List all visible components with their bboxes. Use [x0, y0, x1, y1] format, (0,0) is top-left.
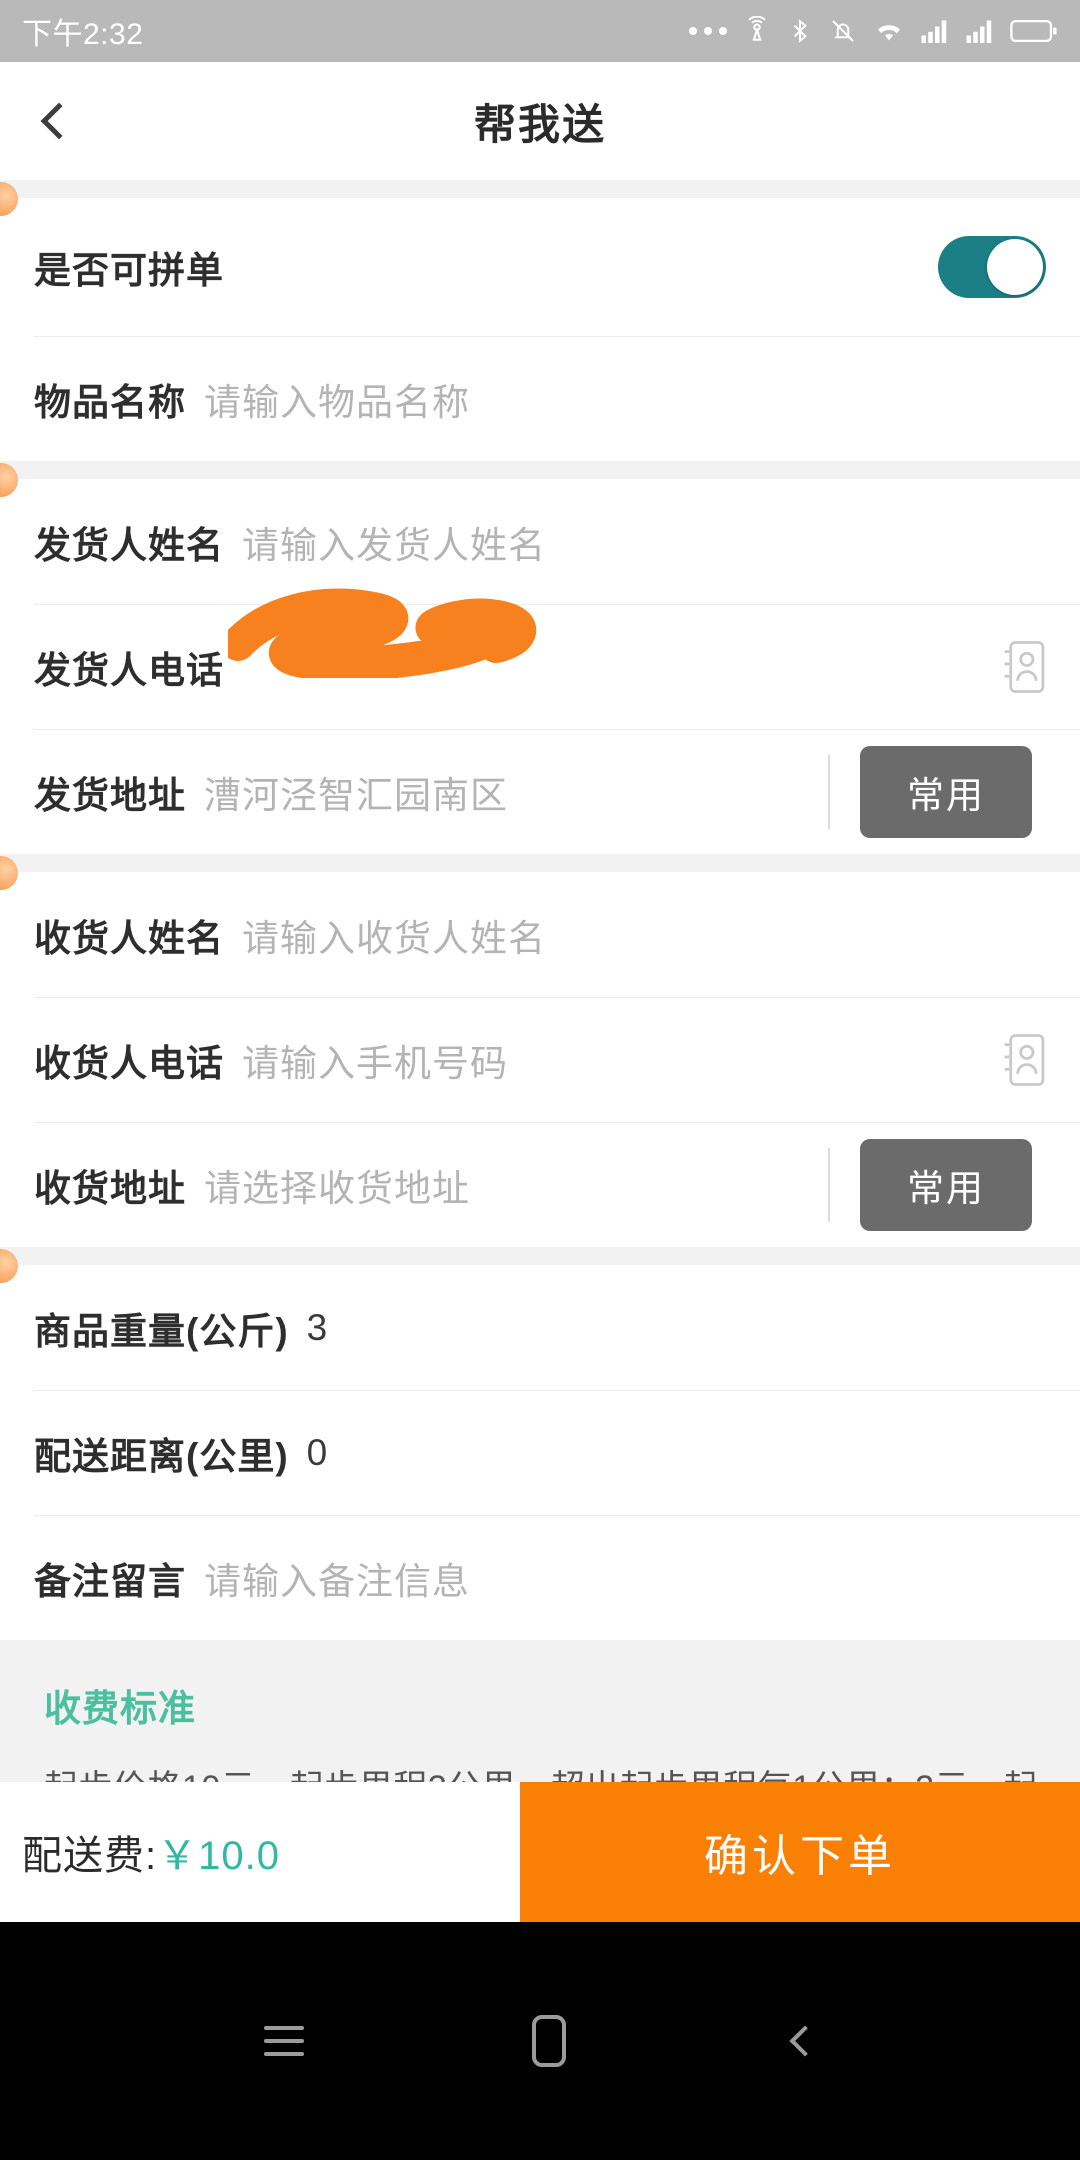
section-sender: 发货人姓名 请输入发货人姓名 发货人电话 发货地址 漕河泾智汇园南区 常用	[0, 463, 1080, 854]
row-receiver-address[interactable]: 收货地址 请选择收货地址 常用	[0, 1122, 1080, 1247]
receiver-phone-input[interactable]: 请输入手机号码	[242, 1033, 508, 1087]
weight-value[interactable]: 3	[307, 1307, 329, 1349]
distance-label: 配送距离(公里)	[34, 1435, 289, 1477]
row-sender-address[interactable]: 发货地址 漕河泾智汇园南区 常用	[0, 729, 1080, 854]
signal-1-icon	[921, 20, 947, 43]
item-name-label: 物品名称	[34, 381, 186, 423]
receiver-address-label: 收货地址	[34, 1167, 186, 1209]
row-weight[interactable]: 商品重量(公斤) 3	[0, 1265, 1080, 1390]
sender-address-label: 发货地址	[34, 774, 186, 816]
sender-address-input[interactable]: 漕河泾智汇园南区	[204, 765, 508, 819]
receiver-address-input[interactable]: 请选择收货地址	[204, 1158, 470, 1212]
menu-icon[interactable]	[264, 2017, 304, 2065]
form-content: 是否可拼单 物品名称 请输入物品名称 发货人姓名 请输入发货人姓名 发货人电话	[0, 180, 1080, 1902]
sender-phone-label: 发货人电话	[34, 649, 224, 691]
status-bar: 下午2:32	[0, 0, 1080, 62]
row-sender-name[interactable]: 发货人姓名 请输入发货人姓名	[0, 479, 1080, 604]
home-icon[interactable]	[532, 2015, 566, 2067]
android-nav-bar	[0, 1922, 1080, 2160]
section-gap	[0, 854, 1080, 872]
hotspot-icon	[748, 16, 766, 41]
section-details: 商品重量(公斤) 3 配送距离(公里) 0 备注留言 请输入备注信息	[0, 1249, 1080, 1640]
sender-common-address-button[interactable]: 常用	[860, 745, 1032, 838]
title-bar: 帮我送	[0, 62, 1080, 180]
row-item-name[interactable]: 物品名称 请输入物品名称	[0, 336, 1080, 461]
receiver-name-label: 收货人姓名	[34, 917, 224, 959]
row-receiver-phone[interactable]: 收货人电话 请输入手机号码	[0, 997, 1080, 1122]
contact-picker-icon[interactable]	[1000, 639, 1046, 695]
row-receiver-name[interactable]: 收货人姓名 请输入收货人姓名	[0, 872, 1080, 997]
battery-icon	[1010, 19, 1057, 43]
weight-label: 商品重量(公斤)	[34, 1310, 289, 1352]
item-name-input[interactable]: 请输入物品名称	[204, 372, 470, 426]
section-gap	[0, 1247, 1080, 1265]
row-distance: 配送距离(公里) 0	[0, 1390, 1080, 1515]
status-icons	[689, 16, 1058, 46]
delivery-fee-amount: ￥10.0	[157, 1834, 280, 1878]
back-icon[interactable]	[789, 2025, 821, 2057]
contact-picker-icon[interactable]	[1000, 1032, 1046, 1088]
sender-name-input[interactable]: 请输入发货人姓名	[242, 515, 546, 569]
mute-bell-icon	[832, 20, 854, 42]
signal-2-icon	[966, 20, 992, 43]
app-screen: 下午2:32 帮我送 是否可拼单 物品名称 请输入物品名称 发货人姓名 请输入发…	[0, 0, 1080, 2160]
section-gap	[0, 461, 1080, 479]
bluetooth-icon	[793, 19, 807, 43]
divider	[828, 754, 830, 829]
divider	[828, 1147, 830, 1222]
more-dots-icon	[689, 27, 727, 35]
bottom-bar: 配送费: ￥10.0 确认下单	[0, 1782, 1080, 1922]
remark-label: 备注留言	[34, 1560, 186, 1602]
section-gap	[0, 180, 1080, 198]
page-title: 帮我送	[473, 100, 606, 148]
section-receiver: 收货人姓名 请输入收货人姓名 收货人电话 请输入手机号码 收货地址 请选择收货地…	[0, 856, 1080, 1247]
distance-value: 0	[306, 1431, 329, 1473]
section-item: 是否可拼单 物品名称 请输入物品名称	[0, 182, 1080, 461]
fee-standard-title: 收费标准	[44, 1688, 196, 1729]
receiver-common-address-button[interactable]: 常用	[860, 1138, 1032, 1231]
carpool-toggle[interactable]	[938, 236, 1046, 298]
receiver-phone-label: 收货人电话	[34, 1042, 224, 1084]
row-sender-phone[interactable]: 发货人电话	[0, 588, 1080, 729]
status-time: 下午2:32	[22, 18, 144, 51]
delivery-fee-summary: 配送费: ￥10.0	[0, 1782, 520, 1922]
remark-input[interactable]: 请输入备注信息	[204, 1551, 470, 1605]
carpool-label: 是否可拼单	[34, 250, 224, 291]
confirm-order-button[interactable]: 确认下单	[520, 1782, 1080, 1922]
sender-address-actions: 常用	[828, 745, 1046, 838]
sender-name-label: 发货人姓名	[34, 524, 224, 566]
wifi-icon	[878, 25, 900, 41]
row-carpool[interactable]: 是否可拼单	[0, 198, 1080, 336]
toggle-knob	[987, 239, 1043, 295]
receiver-name-input[interactable]: 请输入收货人姓名	[242, 908, 546, 962]
receiver-address-actions: 常用	[828, 1138, 1046, 1231]
delivery-fee-label: 配送费:	[22, 1834, 158, 1878]
row-remark[interactable]: 备注留言 请输入备注信息	[0, 1515, 1080, 1640]
